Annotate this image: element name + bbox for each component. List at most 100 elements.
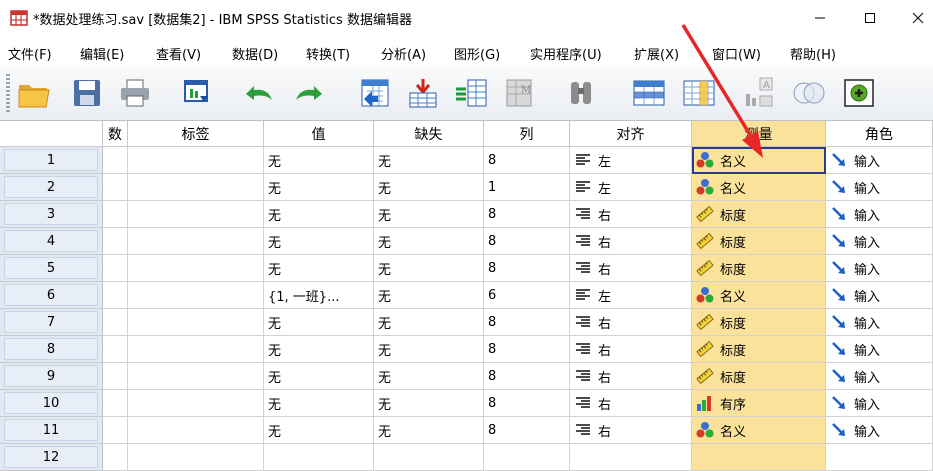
- label-cell[interactable]: [128, 201, 264, 228]
- col-columns-header[interactable]: 列: [484, 121, 570, 147]
- measure-cell[interactable]: 标度: [692, 228, 826, 255]
- split-file-button[interactable]: A: [740, 74, 778, 112]
- menu-edit[interactable]: 编辑(E): [80, 44, 124, 63]
- use-variable-sets-button[interactable]: [840, 74, 878, 112]
- decimals-cell[interactable]: [103, 201, 128, 228]
- align-cell[interactable]: 右: [570, 336, 692, 363]
- missing-cell[interactable]: 无: [374, 417, 484, 444]
- goto-variable-button[interactable]: [404, 74, 442, 112]
- menu-data[interactable]: 数据(D): [232, 44, 278, 63]
- label-cell[interactable]: [128, 228, 264, 255]
- values-cell[interactable]: 无: [264, 201, 374, 228]
- label-cell[interactable]: [128, 174, 264, 201]
- insert-cases-button[interactable]: [630, 74, 668, 112]
- col-label-header[interactable]: 标签: [128, 121, 264, 147]
- align-cell[interactable]: [570, 444, 692, 471]
- col-role-header[interactable]: 角色: [826, 121, 933, 147]
- measure-cell[interactable]: 标度: [692, 255, 826, 282]
- role-cell[interactable]: 输入: [826, 390, 933, 417]
- row-header[interactable]: 3: [0, 201, 103, 228]
- role-cell[interactable]: 输入: [826, 228, 933, 255]
- row-header[interactable]: 12: [0, 444, 103, 471]
- missing-cell[interactable]: 无: [374, 390, 484, 417]
- label-cell[interactable]: [128, 363, 264, 390]
- label-cell[interactable]: [128, 147, 264, 174]
- row-header[interactable]: 11: [0, 417, 103, 444]
- undo-button[interactable]: [240, 74, 278, 112]
- decimals-cell[interactable]: [103, 390, 128, 417]
- row-header[interactable]: 5: [0, 255, 103, 282]
- columns-cell[interactable]: 6: [484, 282, 570, 309]
- minimize-button[interactable]: [797, 0, 843, 36]
- align-cell[interactable]: 右: [570, 417, 692, 444]
- role-cell[interactable]: 输入: [826, 417, 933, 444]
- missing-cell[interactable]: 无: [374, 174, 484, 201]
- role-cell[interactable]: 输入: [826, 336, 933, 363]
- values-cell[interactable]: 无: [264, 417, 374, 444]
- align-cell[interactable]: 右: [570, 390, 692, 417]
- menu-analyze[interactable]: 分析(A): [381, 44, 426, 63]
- grid-corner[interactable]: [0, 121, 103, 147]
- variables-button[interactable]: [452, 74, 490, 112]
- col-values-header[interactable]: 值: [264, 121, 374, 147]
- values-cell[interactable]: 无: [264, 390, 374, 417]
- values-cell[interactable]: 无: [264, 147, 374, 174]
- missing-cell[interactable]: 无: [374, 309, 484, 336]
- align-cell[interactable]: 左: [570, 147, 692, 174]
- columns-cell[interactable]: [484, 444, 570, 471]
- columns-cell[interactable]: 8: [484, 417, 570, 444]
- measure-cell[interactable]: [692, 444, 826, 471]
- values-cell[interactable]: {1, 一班}...: [264, 282, 374, 309]
- maximize-button[interactable]: [847, 0, 893, 36]
- measure-cell[interactable]: 标度: [692, 336, 826, 363]
- role-cell[interactable]: 输入: [826, 282, 933, 309]
- menu-extensions[interactable]: 扩展(X): [634, 44, 679, 63]
- label-cell[interactable]: [128, 390, 264, 417]
- row-header[interactable]: 10: [0, 390, 103, 417]
- menu-help[interactable]: 帮助(H): [790, 44, 836, 63]
- role-cell[interactable]: 输入: [826, 174, 933, 201]
- missing-cell[interactable]: 无: [374, 147, 484, 174]
- values-cell[interactable]: 无: [264, 363, 374, 390]
- role-cell[interactable]: 输入: [826, 255, 933, 282]
- row-header[interactable]: 1: [0, 147, 103, 174]
- columns-cell[interactable]: 8: [484, 255, 570, 282]
- values-cell[interactable]: 无: [264, 309, 374, 336]
- columns-cell[interactable]: 8: [484, 363, 570, 390]
- goto-case-button[interactable]: [356, 74, 394, 112]
- col-measure-header[interactable]: 测量: [692, 121, 826, 147]
- decimals-cell[interactable]: [103, 147, 128, 174]
- missing-cell[interactable]: 无: [374, 363, 484, 390]
- role-cell[interactable]: 输入: [826, 363, 933, 390]
- label-cell[interactable]: [128, 255, 264, 282]
- find-button[interactable]: [562, 74, 600, 112]
- toolbar-grip[interactable]: [6, 74, 10, 112]
- row-header[interactable]: 4: [0, 228, 103, 255]
- align-cell[interactable]: 右: [570, 201, 692, 228]
- label-cell[interactable]: [128, 336, 264, 363]
- menu-view[interactable]: 查看(V): [156, 44, 201, 63]
- col-align-header[interactable]: 对齐: [570, 121, 692, 147]
- values-cell[interactable]: 无: [264, 174, 374, 201]
- values-cell[interactable]: 无: [264, 228, 374, 255]
- measure-cell[interactable]: 标度: [692, 201, 826, 228]
- columns-cell[interactable]: 8: [484, 390, 570, 417]
- row-header[interactable]: 8: [0, 336, 103, 363]
- label-cell[interactable]: [128, 309, 264, 336]
- label-cell[interactable]: [128, 444, 264, 471]
- missing-cell[interactable]: 无: [374, 255, 484, 282]
- row-header[interactable]: 9: [0, 363, 103, 390]
- align-cell[interactable]: 左: [570, 174, 692, 201]
- values-cell[interactable]: 无: [264, 336, 374, 363]
- row-header[interactable]: 6: [0, 282, 103, 309]
- menu-file[interactable]: 文件(F): [8, 44, 52, 63]
- close-button[interactable]: [895, 0, 933, 36]
- run-descriptive-button[interactable]: M: [500, 74, 538, 112]
- align-cell[interactable]: 右: [570, 363, 692, 390]
- measure-cell[interactable]: 名义: [692, 282, 826, 309]
- missing-cell[interactable]: 无: [374, 228, 484, 255]
- decimals-cell[interactable]: [103, 363, 128, 390]
- col-decimals-header[interactable]: 数: [103, 121, 128, 147]
- values-cell[interactable]: [264, 444, 374, 471]
- role-cell[interactable]: 输入: [826, 309, 933, 336]
